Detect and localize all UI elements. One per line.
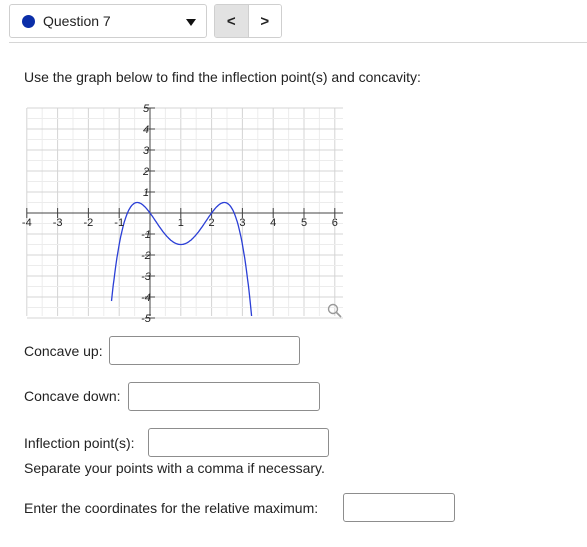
- y-tick-label: 2: [142, 166, 149, 178]
- concave-up-label: Concave up:: [24, 343, 103, 359]
- concave-up-input[interactable]: [109, 336, 300, 365]
- y-tick-label: -4: [141, 292, 151, 304]
- y-tick-label: -1: [141, 229, 151, 241]
- x-tick-label: -2: [84, 217, 94, 229]
- relative-max-input[interactable]: [343, 493, 455, 522]
- x-tick-label: 6: [332, 217, 338, 229]
- y-tick-label: 5: [143, 103, 150, 115]
- inflection-points-input[interactable]: [148, 428, 329, 457]
- x-tick-label: 2: [209, 217, 215, 229]
- y-tick-label: 1: [143, 187, 149, 199]
- x-tick-label: -4: [22, 217, 32, 229]
- y-tick-label: -2: [141, 250, 151, 262]
- y-tick-label: -5: [141, 313, 152, 325]
- x-tick-label: 3: [239, 217, 245, 229]
- x-tick-label: -3: [53, 217, 63, 229]
- x-tick-label: 1: [178, 217, 184, 229]
- separate-note: Separate your points with a comma if nec…: [24, 460, 325, 476]
- concave-down-label: Concave down:: [24, 388, 121, 404]
- inflection-points-label: Inflection point(s):: [24, 435, 135, 451]
- relative-max-label: Enter the coordinates for the relative m…: [24, 500, 319, 516]
- y-tick-label: 4: [143, 124, 149, 136]
- x-tick-label: -1: [114, 217, 124, 229]
- y-tick-label: 3: [143, 145, 150, 157]
- y-tick-label: -3: [141, 271, 152, 283]
- concave-down-input[interactable]: [128, 382, 320, 411]
- x-tick-label: 5: [301, 217, 307, 229]
- x-tick-label: 4: [270, 217, 276, 229]
